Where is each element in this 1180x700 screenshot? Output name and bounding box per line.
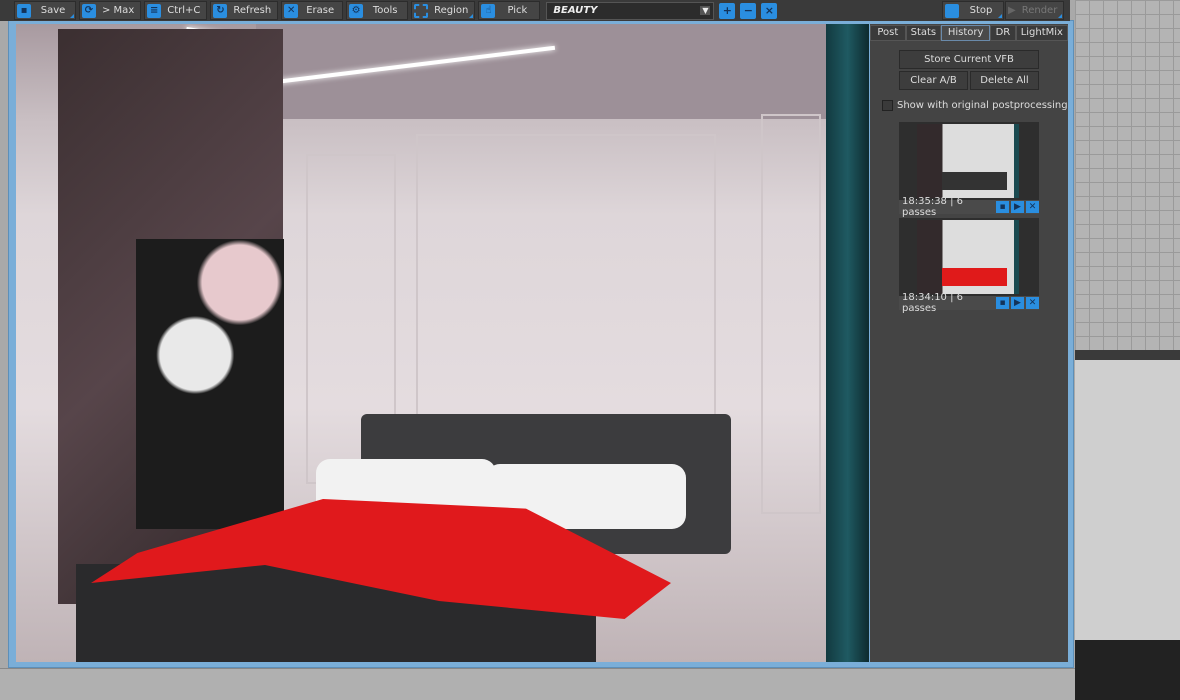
history-item[interactable]: 18:35:38 | 6 passes ▪ ▶ ✕ xyxy=(899,122,1039,218)
tools-button[interactable]: ⚙ Tools xyxy=(346,1,409,20)
zoom-in-icon[interactable]: + xyxy=(719,2,736,19)
erase-icon: ✕ xyxy=(284,3,299,18)
load-icon[interactable]: ▶ xyxy=(1011,201,1024,213)
chevron-down-icon: ▼ xyxy=(700,6,711,15)
max-icon: ⟳ xyxy=(82,3,96,18)
save-icon: ▪ xyxy=(17,3,31,18)
erase-button[interactable]: ✕ Erase xyxy=(281,1,344,20)
tab-post[interactable]: Post xyxy=(870,25,906,41)
copy-to-max-button[interactable]: ⟳ > Max xyxy=(79,1,142,20)
gear-icon: ⚙ xyxy=(349,3,364,18)
delete-all-button[interactable]: Delete All xyxy=(970,71,1039,90)
clear-ab-button[interactable]: Clear A/B xyxy=(899,71,968,90)
region-icon xyxy=(414,3,429,18)
save-button[interactable]: ▪ Save xyxy=(14,1,76,20)
thumb-bed xyxy=(942,268,1007,286)
tab-history[interactable]: History xyxy=(941,25,991,41)
stop-icon xyxy=(945,3,959,18)
vfb-toolbar: ▪ Save ⟳ > Max ≡ Ctrl+C ↻ Refresh ✕ Erase ⚙ To… xyxy=(0,0,1070,21)
load-icon[interactable]: ▶ xyxy=(1011,297,1024,309)
tab-dr[interactable]: DR xyxy=(990,25,1016,41)
pick-button[interactable]: ☝ Pick xyxy=(478,1,541,20)
tab-lightmix[interactable]: LightMix xyxy=(1015,25,1069,41)
channel-select[interactable]: BEAUTY ▼ xyxy=(546,1,715,20)
curtain xyxy=(826,24,869,662)
render-button[interactable]: ▶ Render xyxy=(1005,1,1065,20)
zoom-out-icon[interactable]: − xyxy=(740,2,757,19)
wall-molding xyxy=(416,134,716,434)
show-original-checkbox[interactable]: Show with original postprocessing xyxy=(882,100,1068,111)
rendered-image[interactable] xyxy=(16,24,869,662)
history-panel: Post Stats History DR LightMix Store Cur… xyxy=(870,24,1069,662)
play-icon: ▶ xyxy=(1008,5,1016,16)
max-viewport-perspective[interactable] xyxy=(1075,350,1180,700)
clipboard-icon: ≡ xyxy=(147,3,162,18)
hand-pointer-icon: ☝ xyxy=(481,3,496,18)
delete-icon[interactable]: ✕ xyxy=(1026,297,1039,309)
stop-button[interactable]: Stop xyxy=(942,1,1004,20)
history-thumbnail[interactable] xyxy=(917,220,1019,294)
save-icon[interactable]: ▪ xyxy=(996,297,1009,309)
floral-artwork xyxy=(136,239,284,529)
history-thumbnail[interactable] xyxy=(917,124,1019,198)
region-button[interactable]: Region xyxy=(411,1,476,20)
refresh-icon: ↻ xyxy=(213,3,228,18)
history-item[interactable]: 18:34:10 | 6 passes ▪ ▶ ✕ xyxy=(899,218,1039,314)
history-label: 18:35:38 | 6 passes xyxy=(902,196,964,218)
copy-clipboard-button[interactable]: ≡ Ctrl+C xyxy=(144,1,208,20)
store-vfb-button[interactable]: Store Current VFB xyxy=(899,50,1039,69)
max-viewport-bottom[interactable] xyxy=(0,668,1075,700)
tab-stats[interactable]: Stats xyxy=(905,25,942,41)
history-label: 18:34:10 | 6 passes xyxy=(902,292,964,314)
panel-tabs: Post Stats History DR LightMix xyxy=(870,25,1069,41)
thumb-bed xyxy=(942,172,1007,190)
refresh-button[interactable]: ↻ Refresh xyxy=(210,1,279,20)
wall-molding xyxy=(761,114,821,514)
checkbox-box[interactable] xyxy=(882,100,893,111)
save-icon[interactable]: ▪ xyxy=(996,201,1009,213)
delete-icon[interactable]: ✕ xyxy=(1026,201,1039,213)
zoom-reset-icon[interactable]: × xyxy=(761,2,778,19)
